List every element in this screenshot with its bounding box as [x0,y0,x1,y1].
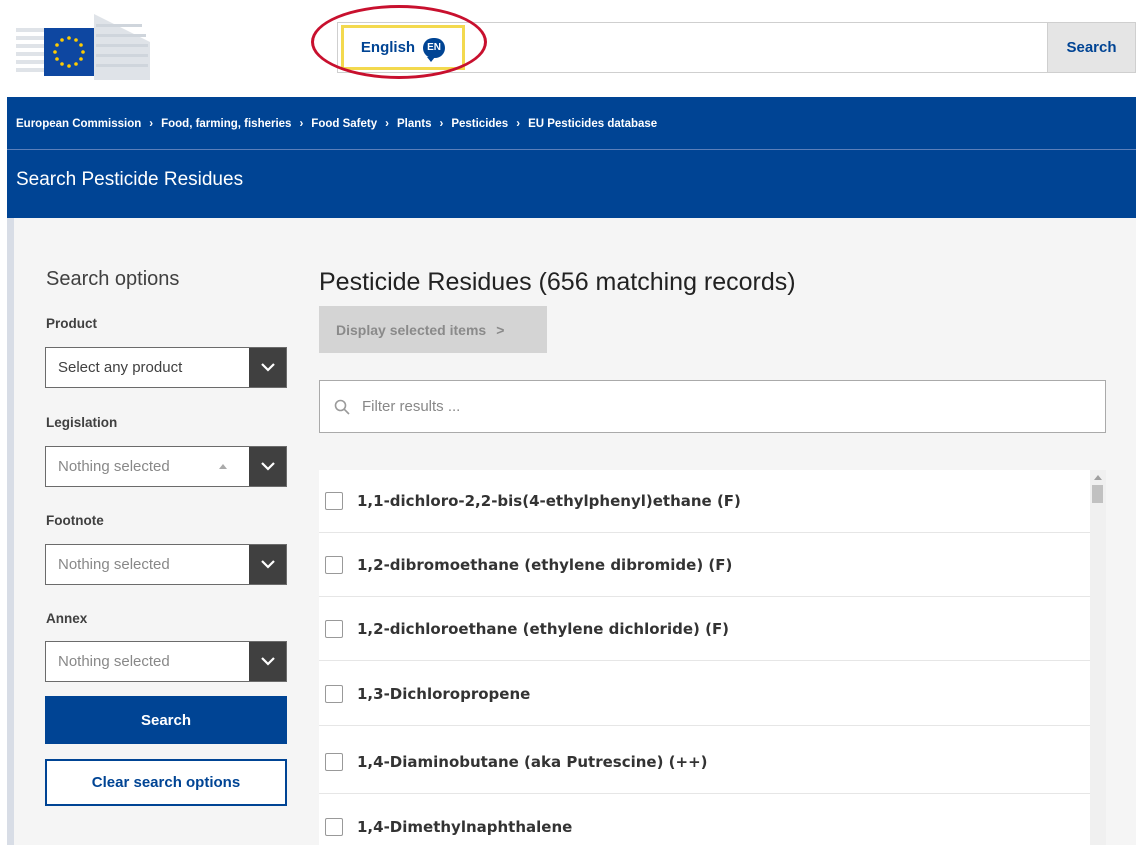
checkbox[interactable] [325,556,343,574]
list-item[interactable]: 1,2-dibromoethane (ethylene dibromide) (… [319,534,1090,597]
list-item[interactable]: 1,1-dichloro-2,2-bis(4-ethylphenyl)ethan… [319,470,1090,533]
chevron-right-icon: › [516,117,521,130]
results-list: 1,1-dichloro-2,2-bis(4-ethylphenyl)ethan… [319,470,1090,845]
search-icon [334,399,350,415]
footnote-select[interactable]: Nothing selected [45,544,287,585]
scroll-up-arrow-icon[interactable] [1094,475,1102,480]
caret-up-icon [219,464,227,469]
search-options-title: Search options [46,268,180,290]
european-commission-logo[interactable] [16,14,150,80]
filter-results-field[interactable] [319,380,1106,433]
list-item-label: 1,1-dichloro-2,2-bis(4-ethylphenyl)ethan… [357,492,741,510]
display-selected-items-label: Display selected items [336,321,487,338]
breadcrumb-link-plants[interactable]: Plants [397,118,432,130]
language-label: English [360,39,416,56]
clear-search-options-button[interactable]: Clear search options [45,759,287,806]
chevron-right-icon: › [299,117,304,130]
chevron-right-icon: › [385,117,389,130]
product-label: Product [46,316,98,331]
page-title: Search Pesticide Residues [16,169,244,190]
checkbox[interactable] [325,753,343,771]
top-header: English EN Search [0,0,1136,97]
search-button[interactable]: Search [45,696,287,744]
annex-select[interactable]: Nothing selected [45,641,287,682]
footnote-label: Footnote [46,513,104,528]
legislation-label: Legislation [46,415,118,430]
divider [7,149,1136,150]
list-item-label: 1,4-Diaminobutane (aka Putrescine) (++) [357,753,708,771]
breadcrumb-link-food-farming[interactable]: Food, farming, fisheries [161,118,291,130]
chevron-down-icon[interactable] [249,447,286,486]
annex-label: Annex [46,611,88,626]
chevron-right-icon: › [439,117,444,130]
list-item[interactable]: 1,3-Dichloropropene [319,663,1090,726]
checkbox[interactable] [325,620,343,638]
list-item-label: 1,2-dichloroethane (ethylene dichloride)… [357,620,730,638]
annex-select-value: Nothing selected [58,653,170,670]
chevron-right-icon: › [149,117,154,130]
list-item[interactable]: 1,4-Dimethylnaphthalene [319,796,1090,845]
scroll-thumb[interactable] [1092,485,1103,503]
results-heading: Pesticide Residues (656 matching records… [319,268,796,296]
footnote-select-value: Nothing selected [58,556,170,573]
checkbox[interactable] [325,492,343,510]
language-selector[interactable]: English EN [341,25,465,70]
legislation-select-value: Nothing selected [58,458,170,475]
product-select[interactable]: Select any product [45,347,287,388]
list-item[interactable]: 1,2-dichloroethane (ethylene dichloride)… [319,598,1090,661]
checkbox[interactable] [325,818,343,836]
list-item-label: 1,4-Dimethylnaphthalene [357,818,573,836]
chevron-down-icon[interactable] [249,545,286,584]
list-item-label: 1,2-dibromoethane (ethylene dibromide) (… [357,556,733,574]
chevron-right-icon: > [496,321,505,338]
checkbox[interactable] [325,685,343,703]
language-code: EN [427,42,442,53]
chevron-down-icon[interactable] [249,642,286,681]
product-select-value: Select any product [58,359,183,376]
filter-results-input[interactable] [360,397,1060,416]
breadcrumb-current-page: EU Pesticides database [528,117,658,130]
breadcrumb-link-commission[interactable]: European Commission [16,118,141,130]
content-left-border [7,218,14,845]
breadcrumb-link-pesticides[interactable]: Pesticides [451,118,508,130]
breadcrumb-link-food-safety[interactable]: Food Safety [311,118,377,130]
display-selected-items-button[interactable]: Display selected items > [319,306,547,353]
chevron-down-icon[interactable] [249,348,286,387]
legislation-select[interactable]: Nothing selected [45,446,287,487]
results-scrollbar[interactable] [1090,470,1106,845]
header-search-button[interactable]: Search [1047,22,1136,73]
site-banner: European Commission › Food, farming, fis… [7,97,1136,218]
breadcrumb: European Commission › Food, farming, fis… [16,97,657,150]
list-item-label: 1,3-Dichloropropene [357,685,531,703]
language-speech-icon: EN [423,37,446,62]
list-item[interactable]: 1,4-Diaminobutane (aka Putrescine) (++) [319,731,1090,794]
